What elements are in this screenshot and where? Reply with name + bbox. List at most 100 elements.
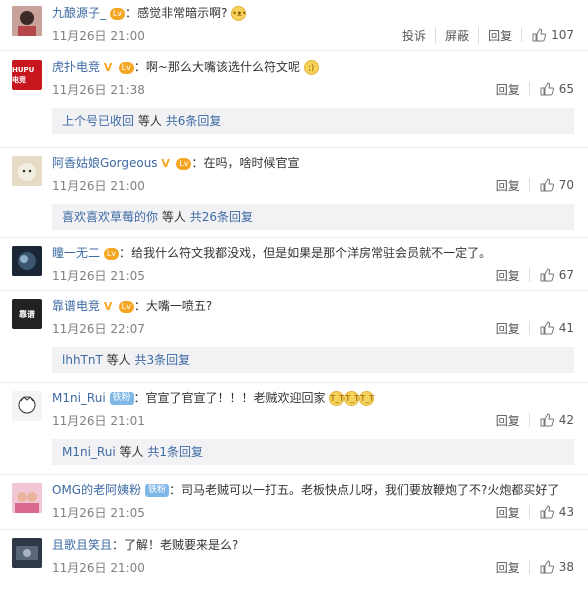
comment-feed: 九酿源子_ Lv ：感觉非常暗示啊? •ᴥ• 11月26日 21:00 投诉 屏蔽…: [0, 0, 588, 589]
comment-time: 11月26日 21:00: [52, 28, 145, 43]
username[interactable]: 且歌且笑且: [52, 538, 112, 552]
comment-text: 官宣了官宣了！！！老贼欢迎回家: [145, 391, 326, 405]
level-icon: Lv: [103, 247, 120, 260]
wink-emoji-icon: ;): [303, 60, 319, 75]
reply-button[interactable]: 回复: [487, 504, 529, 521]
reply-button[interactable]: 回复: [487, 412, 529, 429]
thread-mid: 等人: [119, 445, 144, 459]
comment-time: 11月26日 21:05: [52, 268, 145, 283]
like-count: 107: [551, 28, 574, 42]
comment-item: 且歌且笑且：了解！老贼要来是么? 11月26日 21:00 回复 38: [0, 530, 588, 589]
avatar-logo-text: HUPU 电竞: [12, 66, 35, 84]
comment-time: 11月26日 21:01: [52, 413, 145, 428]
comment-time: 11月26日 21:05: [52, 505, 145, 520]
thumbs-up-icon: [540, 413, 554, 427]
comment-item: 九酿源子_ Lv ：感觉非常暗示啊? •ᴥ• 11月26日 21:00 投诉 屏蔽…: [0, 0, 588, 51]
like-button[interactable]: 38: [528, 560, 574, 574]
comment-text: 司马老贼可以一打五。老板快点儿呀，我们要放鞭炮了不?火炮都买好了: [180, 483, 560, 497]
like-count: 43: [558, 505, 574, 519]
fan-badge: 铁粉: [144, 484, 169, 497]
thread-user[interactable]: 喜欢喜欢草莓的你: [62, 210, 158, 224]
avatar[interactable]: [12, 538, 42, 568]
username[interactable]: OMG的老阿姨粉: [52, 483, 141, 497]
reply-button[interactable]: 回复: [478, 26, 521, 44]
thread-more-link[interactable]: 共1条回复: [147, 445, 203, 459]
username[interactable]: 虎扑电竞: [52, 60, 100, 74]
username[interactable]: 瞳一无二: [52, 246, 100, 260]
username[interactable]: 九酿源子_: [52, 6, 106, 20]
comment-item: 阿香姑娘Gorgeous V Lv ：在吗，啥时候官宣 11月26日 21:00 …: [0, 148, 588, 238]
like-button[interactable]: 70: [528, 178, 574, 192]
comment-item: 瞳一无二 Lv ：给我什么符文我都没戏，但是如果是那个洋房常驻会员就不一定了。 1…: [0, 238, 588, 291]
username[interactable]: 阿香姑娘Gorgeous: [52, 156, 158, 170]
like-count: 42: [558, 413, 574, 427]
like-button[interactable]: 42: [528, 413, 574, 427]
avatar[interactable]: HUPU 电竞: [12, 60, 42, 90]
like-button[interactable]: 67: [528, 268, 574, 282]
block-button[interactable]: 屏蔽: [435, 26, 478, 44]
thumbs-up-icon: [540, 268, 554, 282]
like-button[interactable]: 43: [528, 505, 574, 519]
comment-text: 啊~那么大嘴该选什么符文呢: [145, 60, 300, 74]
level-icon: Lv: [118, 300, 134, 313]
avatar[interactable]: [12, 246, 42, 276]
colon: ：: [125, 6, 138, 20]
comment-text: 在吗，啥时候官宣: [203, 156, 300, 170]
thread-more-link[interactable]: 共26条回复: [190, 210, 253, 224]
like-button[interactable]: 41: [528, 321, 574, 335]
thumbs-up-icon: [540, 560, 554, 574]
comment-time: 11月26日 21:00: [52, 178, 145, 193]
verified-icon: V: [103, 61, 113, 74]
report-button[interactable]: 投诉: [393, 27, 435, 44]
avatar[interactable]: [12, 156, 42, 186]
like-button[interactable]: 107: [521, 28, 574, 42]
comment-text: 给我什么符文我都没戏，但是如果是那个洋房常驻会员就不一定了。: [131, 246, 492, 260]
thread-user[interactable]: 上个号已收回: [62, 114, 134, 128]
avatar[interactable]: 靠谱: [12, 299, 42, 329]
verified-icon: V: [103, 300, 113, 313]
comment-time: 11月26日 21:00: [52, 560, 145, 575]
avatar[interactable]: [12, 391, 42, 421]
like-button[interactable]: 65: [528, 82, 574, 96]
avatar[interactable]: [12, 483, 42, 513]
like-count: 67: [558, 268, 574, 282]
thread-more-link[interactable]: 共3条回复: [134, 353, 190, 367]
level-icon: Lv: [118, 61, 134, 74]
reply-thread-summary[interactable]: 上个号已收回 等人 共6条回复: [52, 108, 574, 134]
comment-text: 感觉非常暗示啊?: [137, 6, 228, 20]
thumbs-up-icon: [540, 505, 554, 519]
thread-more-link[interactable]: 共6条回复: [166, 114, 222, 128]
reply-button[interactable]: 回复: [487, 177, 529, 194]
thumbs-up-icon: [540, 321, 554, 335]
avatar[interactable]: [12, 6, 42, 36]
username[interactable]: 靠谱电竞: [52, 299, 100, 313]
comment-time: 11月26日 22:07: [52, 321, 145, 336]
reply-button[interactable]: 回复: [487, 267, 529, 284]
comment-text: 了解！老贼要来是么?: [124, 538, 239, 552]
thread-user[interactable]: M1ni_Rui: [62, 445, 116, 459]
level-icon: Lv: [176, 157, 192, 170]
comment-time: 11月26日 21:38: [52, 82, 145, 97]
thumbs-up-icon: [540, 82, 554, 96]
verified-icon: V: [161, 157, 170, 170]
thread-user[interactable]: lhhTnT: [62, 353, 103, 367]
reply-button[interactable]: 回复: [487, 81, 529, 98]
reply-button[interactable]: 回复: [487, 559, 529, 576]
comment-item: OMG的老阿姨粉 铁粉 ：司马老贼可以一打五。老板快点儿呀，我们要放鞭炮了不?火炮…: [0, 475, 588, 530]
fan-badge: 铁粉: [109, 392, 134, 405]
reply-thread-summary[interactable]: M1ni_Rui 等人 共1条回复: [52, 439, 574, 465]
like-count: 65: [558, 82, 574, 96]
like-count: 70: [558, 178, 574, 192]
thread-mid: 等人: [161, 210, 186, 224]
thread-mid: 等人: [137, 114, 162, 128]
reply-thread-summary[interactable]: lhhTnT 等人 共3条回复: [52, 347, 574, 373]
comment-item: 靠谱 靠谱电竞 V Lv ：大嘴一喷五? 11月26日 22:07 回复 41 l…: [0, 291, 588, 383]
username[interactable]: M1ni_Rui: [52, 391, 106, 405]
thumbs-up-icon: [532, 28, 547, 42]
like-count: 38: [558, 560, 574, 574]
doge-emoji-icon: •ᴥ•: [231, 6, 247, 21]
reply-button[interactable]: 回复: [487, 320, 529, 337]
level-icon: Lv: [109, 7, 126, 20]
comment-item: HUPU 电竞 虎扑电竞 V Lv ：啊~那么大嘴该选什么符文呢 ;) 11月26…: [0, 51, 588, 148]
reply-thread-summary[interactable]: 喜欢喜欢草莓的你 等人 共26条回复: [52, 204, 574, 230]
